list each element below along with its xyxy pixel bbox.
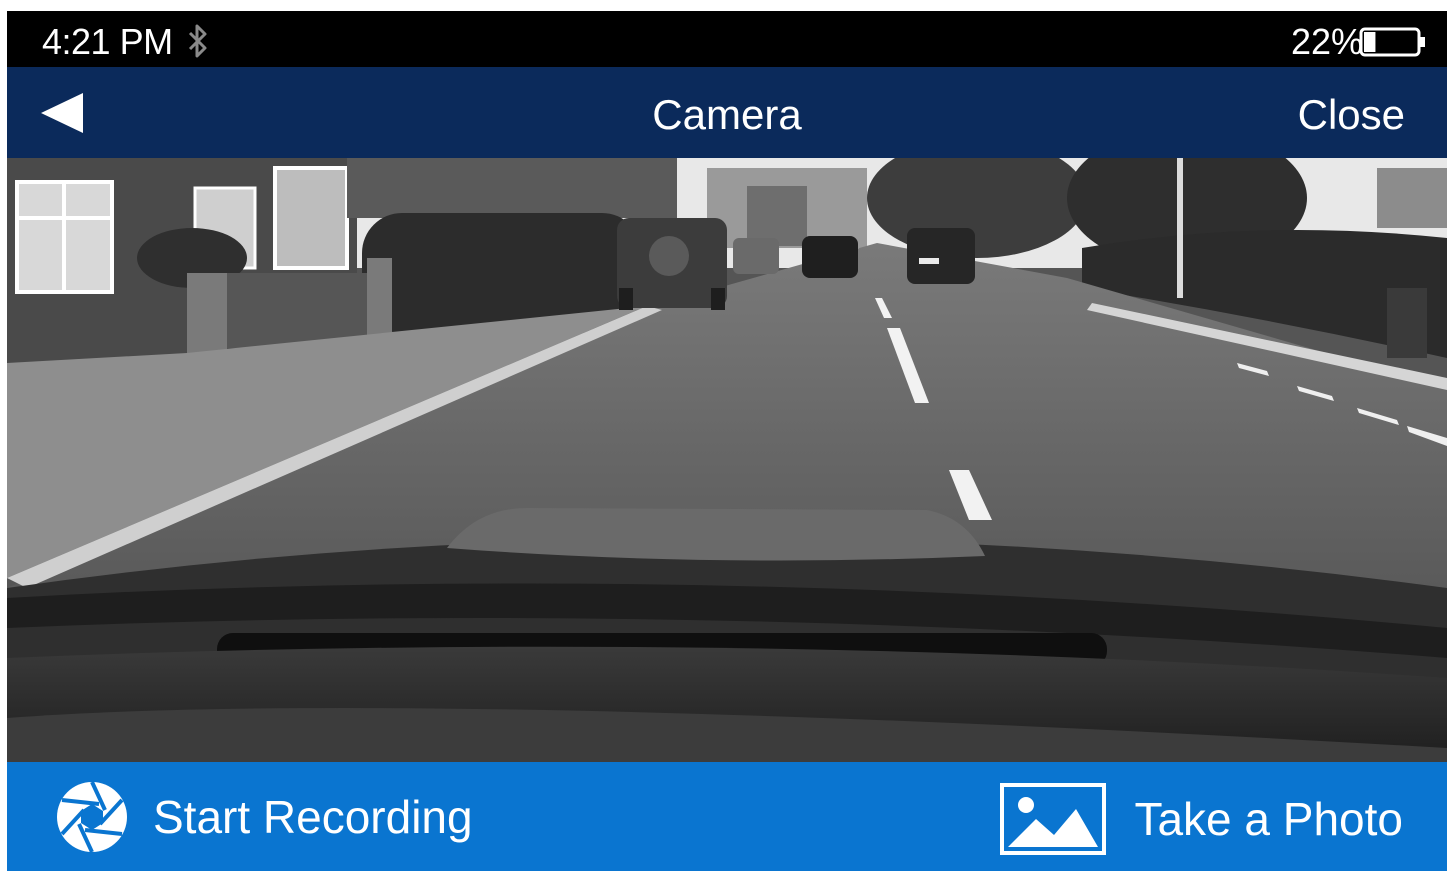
- battery-icon: [1359, 27, 1425, 57]
- page-title: Camera: [652, 91, 802, 138]
- bottom-toolbar: Start Recording Take a Photo: [7, 762, 1447, 871]
- camera-preview[interactable]: [7, 158, 1447, 762]
- status-time: 4:21 PM: [42, 21, 173, 62]
- bluetooth-icon: [188, 24, 207, 58]
- nav-bar: Camera Close: [7, 67, 1447, 158]
- start-recording-label: Start Recording: [153, 791, 473, 843]
- aperture-icon: [57, 781, 127, 853]
- battery-percent: 22%: [1290, 21, 1363, 62]
- start-recording-button[interactable]: Start Recording: [55, 780, 473, 854]
- camera-feed-image: [7, 158, 1447, 762]
- camera-screen: 4:21 PM 22% Camera Close Start Recording…: [7, 11, 1447, 871]
- status-bar: 4:21 PM 22%: [7, 11, 1447, 67]
- close-button[interactable]: Close: [1298, 91, 1405, 139]
- take-photo-button[interactable]: Take a Photo: [1000, 782, 1403, 856]
- take-photo-label: Take a Photo: [1134, 793, 1403, 845]
- image-icon: [1000, 783, 1107, 855]
